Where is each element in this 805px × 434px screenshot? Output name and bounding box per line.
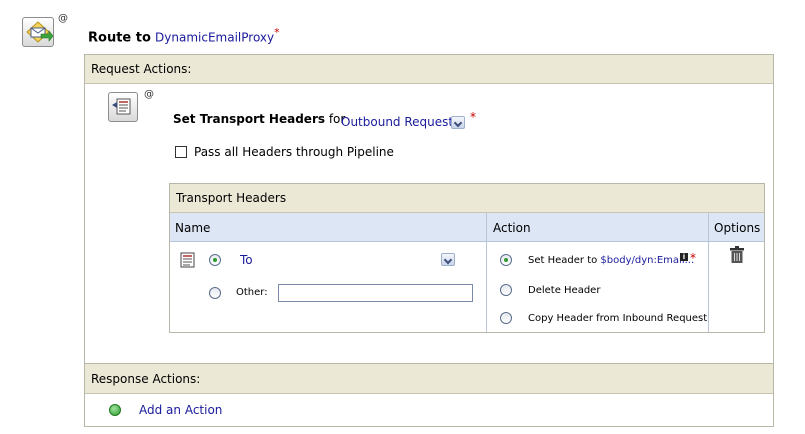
set-header-line: Set Header to $body/dyn:Email... bbox=[528, 255, 694, 266]
action-set-header-radio[interactable] bbox=[500, 254, 512, 266]
route-line: Route to DynamicEmailProxy* bbox=[88, 26, 280, 45]
route-envelope-icon[interactable] bbox=[22, 17, 54, 47]
pass-all-label: Pass all Headers through Pipeline bbox=[194, 145, 394, 159]
column-header-name: Name bbox=[175, 221, 211, 235]
copy-header-label: Copy Header from Inbound Request bbox=[528, 313, 708, 324]
route-required-mark: * bbox=[274, 26, 280, 39]
transport-headers-icon[interactable] bbox=[108, 92, 138, 122]
set-header-prefix: Set Header to bbox=[528, 255, 598, 266]
set-header-required-mark: * bbox=[690, 251, 696, 265]
action-copy-header-radio[interactable] bbox=[500, 312, 512, 324]
pass-all-checkbox[interactable] bbox=[175, 146, 187, 158]
request-actions-header: Request Actions: bbox=[85, 55, 773, 84]
set-headers-line: Set Transport Headers for bbox=[173, 112, 345, 126]
response-actions-header: Response Actions: bbox=[85, 364, 773, 394]
other-label: Other: bbox=[236, 287, 268, 298]
route-service-link[interactable]: DynamicEmailProxy bbox=[155, 30, 274, 44]
header-name-dropdown-button[interactable] bbox=[441, 253, 455, 266]
set-headers-title: Set Transport Headers bbox=[173, 112, 325, 126]
delete-header-label: Delete Header bbox=[528, 285, 601, 296]
header-list-icon[interactable] bbox=[180, 252, 195, 271]
response-actions-panel: Response Actions: bbox=[84, 363, 774, 427]
table-header-row bbox=[170, 213, 764, 242]
route-annotation-mark[interactable]: @ bbox=[58, 13, 68, 24]
target-required-mark: * bbox=[470, 110, 476, 124]
table-caption: Transport Headers bbox=[170, 184, 764, 213]
other-header-input[interactable] bbox=[278, 284, 473, 302]
trash-icon[interactable] bbox=[729, 246, 745, 267]
column-header-action: Action bbox=[493, 221, 531, 235]
name-predefined-radio[interactable] bbox=[209, 254, 221, 266]
column-divider-2 bbox=[708, 213, 709, 332]
action-delete-header-radio[interactable] bbox=[500, 284, 512, 296]
target-select-value[interactable]: Outbound Request bbox=[341, 115, 453, 129]
target-select-dropdown-button[interactable] bbox=[451, 116, 465, 129]
info-icon[interactable]: i bbox=[680, 253, 688, 261]
set-headers-annotation-mark[interactable]: @ bbox=[144, 89, 154, 100]
route-prefix: Route to bbox=[88, 30, 151, 46]
green-plus-icon[interactable] bbox=[109, 404, 121, 416]
name-other-radio[interactable] bbox=[209, 287, 221, 299]
column-divider-1 bbox=[486, 213, 487, 332]
column-header-options: Options bbox=[714, 221, 761, 235]
add-action-link[interactable]: Add an Action bbox=[139, 403, 222, 417]
header-name-select-value[interactable]: To bbox=[240, 253, 253, 267]
